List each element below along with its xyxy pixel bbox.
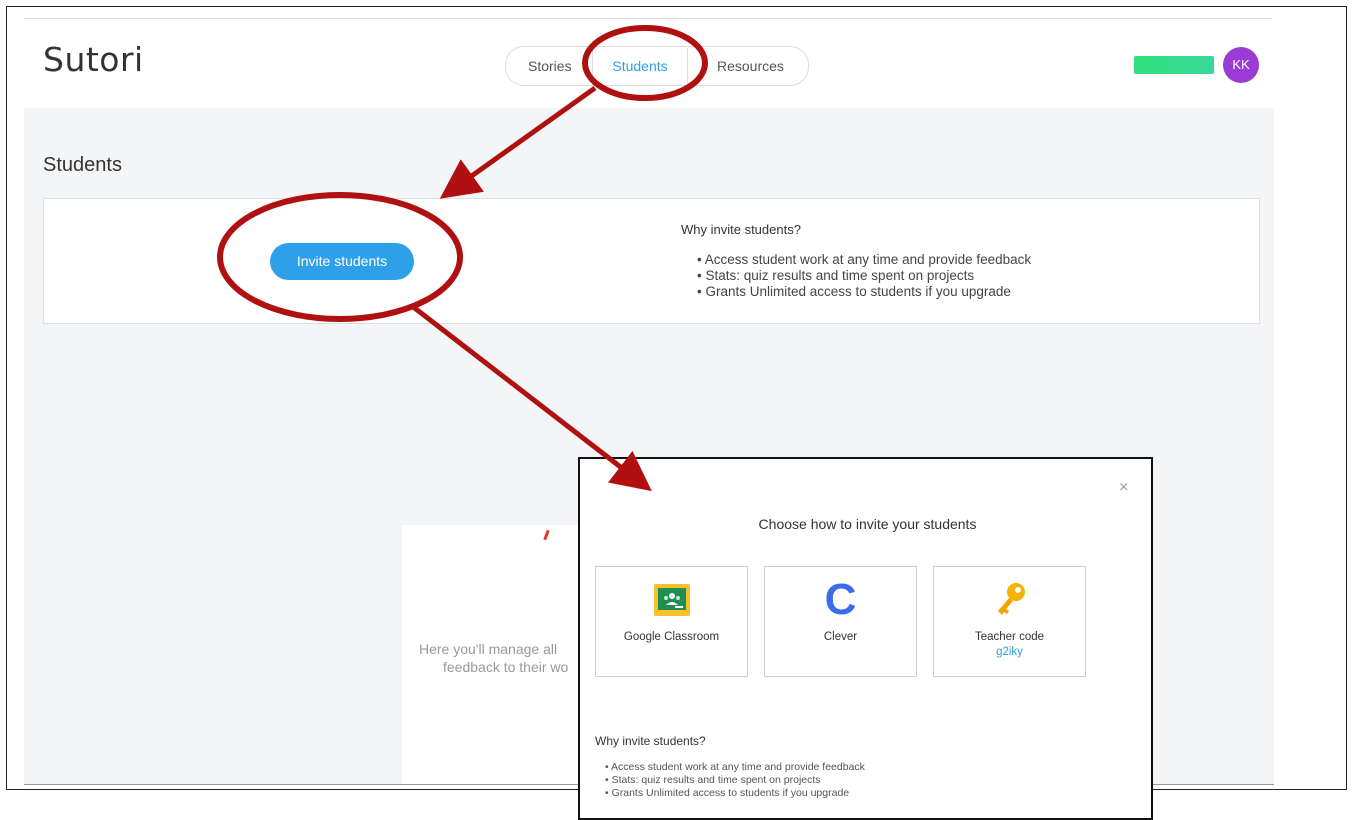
list-item: Access student work at any time and prov… [697,252,1031,268]
user-avatar[interactable]: KK [1223,47,1259,83]
list-item: Stats: quiz results and time spent on pr… [605,774,865,787]
list-item: Grants Unlimited access to students if y… [605,787,865,800]
list-item: Stats: quiz results and time spent on pr… [697,268,1031,284]
top-divider [24,18,1272,19]
teacher-code-option[interactable]: Teacher code g2iky [933,566,1086,677]
modal-why-list: Access student work at any time and prov… [605,761,865,800]
key-icon [998,583,1025,615]
option-label: Clever [823,631,858,643]
tab-resources[interactable]: Resources [717,47,784,85]
clever-icon: C [824,575,857,624]
list-item: Access student work at any time and prov… [605,761,865,774]
app-logo[interactable]: Sutori [43,40,144,79]
why-invite-list: Access student work at any time and prov… [697,252,1031,300]
teacher-code-value: g2iky [996,646,1023,658]
option-label: Google Classroom [623,631,720,643]
invite-card [43,198,1260,324]
google-classroom-icon [654,584,690,616]
clever-option[interactable]: C Clever [764,566,917,677]
why-invite-title: Why invite students? [681,222,801,237]
close-icon[interactable]: × [1119,479,1128,497]
google-classroom-option[interactable]: Google Classroom [595,566,748,677]
page-title: Students [43,154,122,176]
modal-title: Choose how to invite your students [758,516,977,532]
empty-state-text: feedback to their wo [443,659,569,675]
tab-stories[interactable]: Stories [528,47,572,85]
invite-students-button[interactable]: Invite students [270,243,414,280]
upgrade-badge[interactable] [1134,56,1214,74]
list-item: Grants Unlimited access to students if y… [697,284,1031,300]
main-nav: Stories Students Resources [505,46,809,86]
tab-students[interactable]: Students [592,48,688,84]
modal-why-title: Why invite students? [595,734,706,748]
option-label: Teacher code [974,631,1045,643]
empty-state-text: Here you'll manage all [419,641,558,657]
